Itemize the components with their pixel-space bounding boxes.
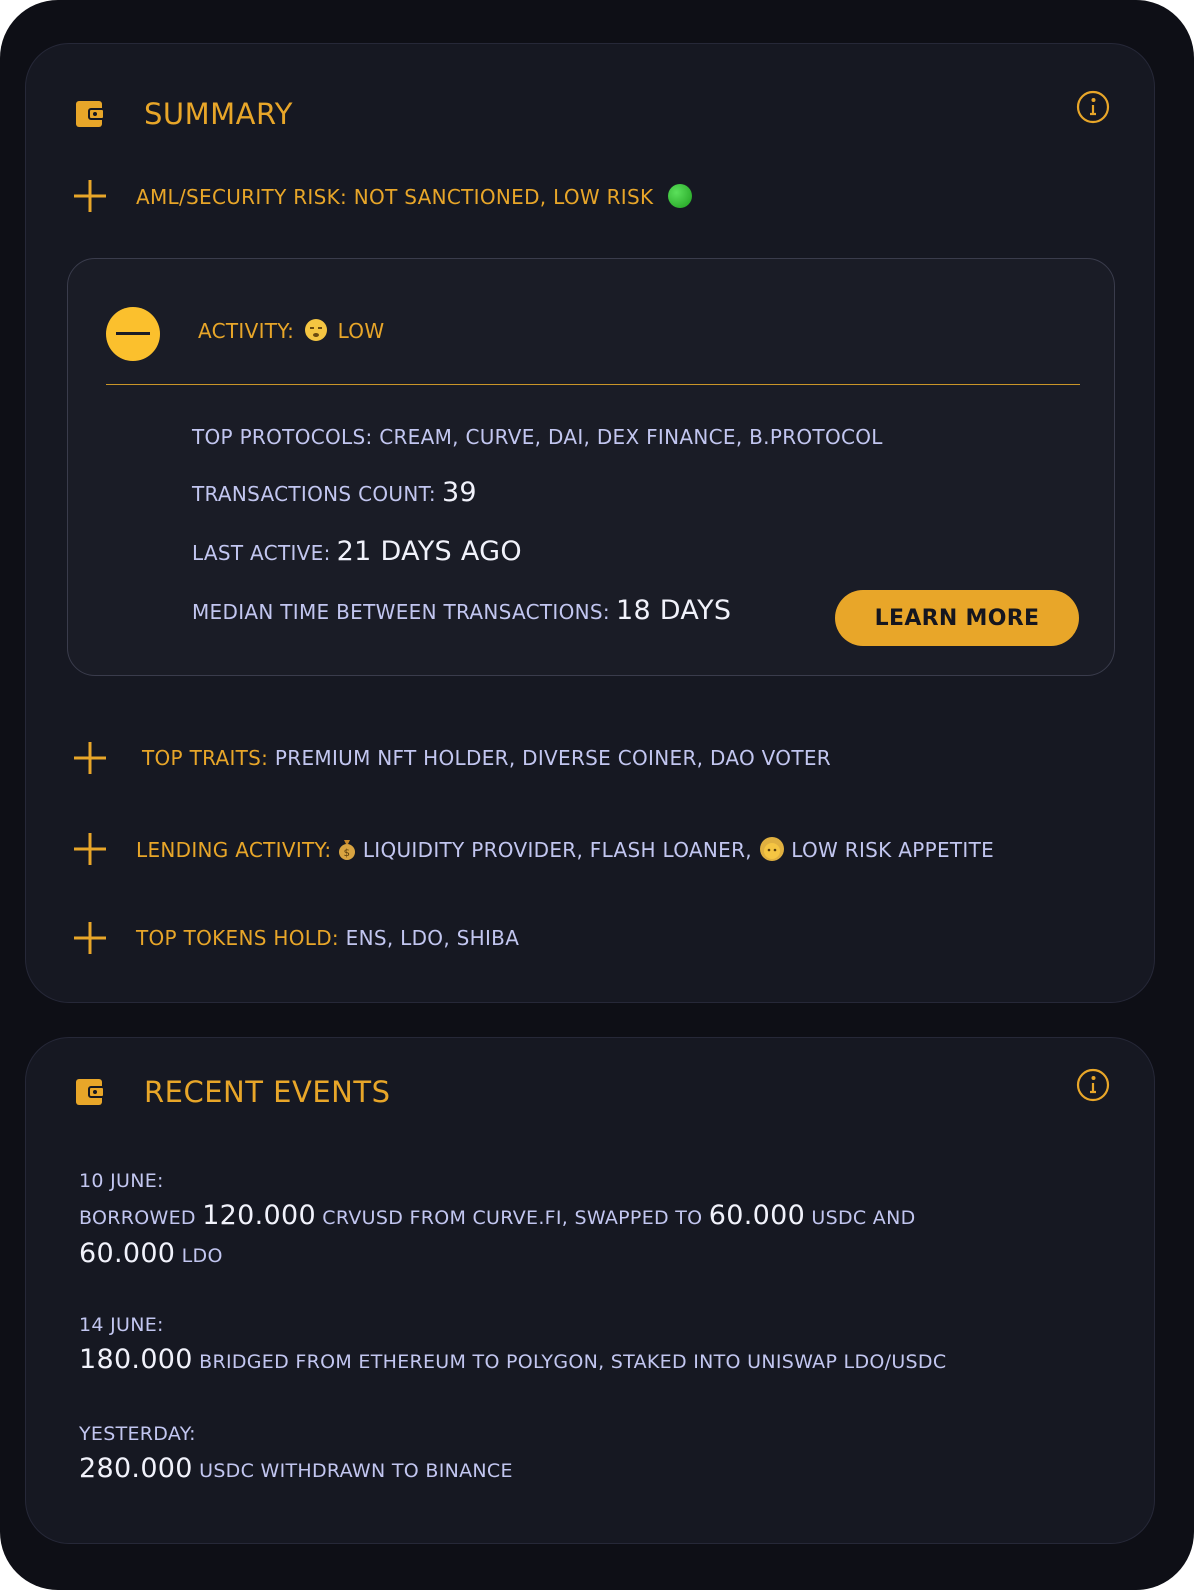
event-date: 10 JUNE: bbox=[79, 1170, 164, 1192]
aml-risk-label: AML/SECURITY RISK: bbox=[136, 184, 348, 209]
old-person-icon bbox=[759, 837, 784, 861]
recent-events-header: RECENT EVENTS bbox=[76, 1070, 390, 1114]
event-amount: 60.000 bbox=[708, 1200, 806, 1231]
learn-more-button[interactable]: LEARN MORE bbox=[835, 590, 1079, 646]
median-time-row: MEDIAN TIME BETWEEN TRANSACTIONS: 18 DAYS bbox=[192, 595, 731, 626]
event-date: YESTERDAY: bbox=[79, 1423, 196, 1445]
summary-header: SUMMARY bbox=[76, 92, 293, 136]
event-item: 14 JUNE: 180.000 BRIDGED FROM ETHEREUM T… bbox=[79, 1314, 1119, 1380]
lending-activity-row[interactable]: LENDING ACTIVITY: $ LIQUIDITY PROVIDER, … bbox=[72, 831, 994, 867]
recent-events-card: RECENT EVENTS 10 JUNE: BORROWED 120.000 … bbox=[25, 1037, 1155, 1544]
event-amount: 120.000 bbox=[202, 1200, 316, 1231]
svg-text:$: $ bbox=[344, 848, 351, 859]
top-traits-row[interactable]: TOP TRAITS: PREMIUM NFT HOLDER, DIVERSE … bbox=[72, 740, 831, 776]
top-traits-text: TOP TRAITS: PREMIUM NFT HOLDER, DIVERSE … bbox=[142, 746, 831, 770]
event-text-part: CRVUSD FROM CURVE.FI, SWAPPED TO bbox=[322, 1207, 703, 1229]
wallet-icon bbox=[76, 101, 105, 127]
activity-header: ACTIVITY: LOW bbox=[198, 319, 384, 343]
collapse-minus-button[interactable] bbox=[106, 307, 160, 361]
green-circle-icon bbox=[668, 183, 693, 208]
event-text-part: USDC WITHDRAWN TO BINANCE bbox=[199, 1460, 513, 1482]
event-amount: 60.000 bbox=[79, 1238, 176, 1269]
summary-title: SUMMARY bbox=[144, 97, 294, 131]
last-active-row: LAST ACTIVE: 21 DAYS AGO bbox=[192, 536, 522, 567]
event-amount: 180.000 bbox=[79, 1344, 193, 1375]
transactions-count-row: TRANSACTIONS COUNT: 39 bbox=[192, 477, 477, 508]
top-protocols-label: TOP PROTOCOLS: bbox=[192, 425, 373, 449]
info-icon[interactable] bbox=[1076, 1068, 1110, 1102]
top-tokens-row[interactable]: TOP TOKENS HOLD: ENS, LDO, SHIBA bbox=[72, 920, 519, 956]
top-protocols-row: TOP PROTOCOLS: CREAM, CURVE, DAI, DEX FI… bbox=[192, 425, 883, 449]
activity-label: ACTIVITY: bbox=[198, 319, 295, 343]
top-traits-label: TOP TRAITS: bbox=[142, 746, 269, 770]
app-frame: SUMMARY AML/SECURITY RISK: NOT SANCTIONE… bbox=[0, 0, 1194, 1590]
transactions-count-value: 39 bbox=[441, 477, 477, 508]
expand-plus-icon[interactable] bbox=[72, 831, 108, 867]
event-item: YESTERDAY: 280.000 USDC WITHDRAWN TO BIN… bbox=[79, 1423, 1119, 1489]
event-text-part: BORROWED bbox=[79, 1207, 196, 1229]
event-text-part: BRIDGED FROM ETHEREUM TO POLYGON, STAKED… bbox=[199, 1351, 947, 1373]
event-text: 180.000 BRIDGED FROM ETHEREUM TO POLYGON… bbox=[79, 1342, 1119, 1380]
sleepy-face-icon bbox=[304, 319, 327, 341]
median-time-label: MEDIAN TIME BETWEEN TRANSACTIONS: bbox=[192, 600, 610, 624]
last-active-label: LAST ACTIVE: bbox=[192, 541, 331, 565]
median-time-value: 18 DAYS bbox=[615, 595, 732, 626]
lending-activity-part2: LOW RISK APPETITE bbox=[791, 838, 995, 862]
panel-divider bbox=[106, 384, 1080, 385]
money-bag-icon: $ bbox=[339, 840, 356, 860]
lending-activity-part1: LIQUIDITY PROVIDER, FLASH LOANER, bbox=[362, 838, 752, 862]
activity-panel: ACTIVITY: LOW TOP PROTOCOLS: CREAM, CURV… bbox=[67, 258, 1115, 676]
lending-activity-text: LENDING ACTIVITY: $ LIQUIDITY PROVIDER, … bbox=[136, 836, 994, 862]
expand-plus-icon[interactable] bbox=[72, 920, 108, 956]
event-item: 10 JUNE: BORROWED 120.000 CRVUSD FROM CU… bbox=[79, 1170, 1119, 1274]
event-text-part: USDC AND bbox=[811, 1207, 916, 1229]
event-text-part: LDO bbox=[181, 1245, 223, 1267]
event-amount: 280.000 bbox=[79, 1453, 193, 1484]
event-text: 280.000 USDC WITHDRAWN TO BINANCE bbox=[79, 1451, 1119, 1489]
aml-risk-value: NOT SANCTIONED, LOW RISK bbox=[353, 184, 654, 209]
last-active-value: 21 DAYS AGO bbox=[336, 536, 522, 567]
expand-plus-icon[interactable] bbox=[72, 178, 108, 214]
summary-card: SUMMARY AML/SECURITY RISK: NOT SANCTIONE… bbox=[25, 43, 1155, 1003]
top-protocols-value: CREAM, CURVE, DAI, DEX FINANCE, B.PROTOC… bbox=[379, 425, 883, 449]
info-icon[interactable] bbox=[1076, 90, 1110, 124]
top-tokens-text: TOP TOKENS HOLD: ENS, LDO, SHIBA bbox=[136, 926, 519, 950]
transactions-count-label: TRANSACTIONS COUNT: bbox=[192, 482, 436, 506]
event-text: BORROWED 120.000 CRVUSD FROM CURVE.FI, S… bbox=[79, 1198, 1119, 1274]
top-traits-value: PREMIUM NFT HOLDER, DIVERSE COINER, DAO … bbox=[274, 746, 831, 770]
activity-level: LOW bbox=[337, 319, 385, 343]
wallet-icon bbox=[76, 1079, 105, 1105]
aml-risk-row[interactable]: AML/SECURITY RISK: NOT SANCTIONED, LOW R… bbox=[72, 178, 693, 214]
top-tokens-label: TOP TOKENS HOLD: bbox=[136, 926, 339, 950]
aml-risk-text: AML/SECURITY RISK: NOT SANCTIONED, LOW R… bbox=[136, 183, 693, 209]
event-date: 14 JUNE: bbox=[79, 1314, 164, 1336]
lending-activity-label: LENDING ACTIVITY: bbox=[136, 838, 332, 862]
expand-plus-icon[interactable] bbox=[72, 740, 108, 776]
recent-events-title: RECENT EVENTS bbox=[144, 1075, 391, 1109]
top-tokens-value: ENS, LDO, SHIBA bbox=[345, 926, 520, 950]
